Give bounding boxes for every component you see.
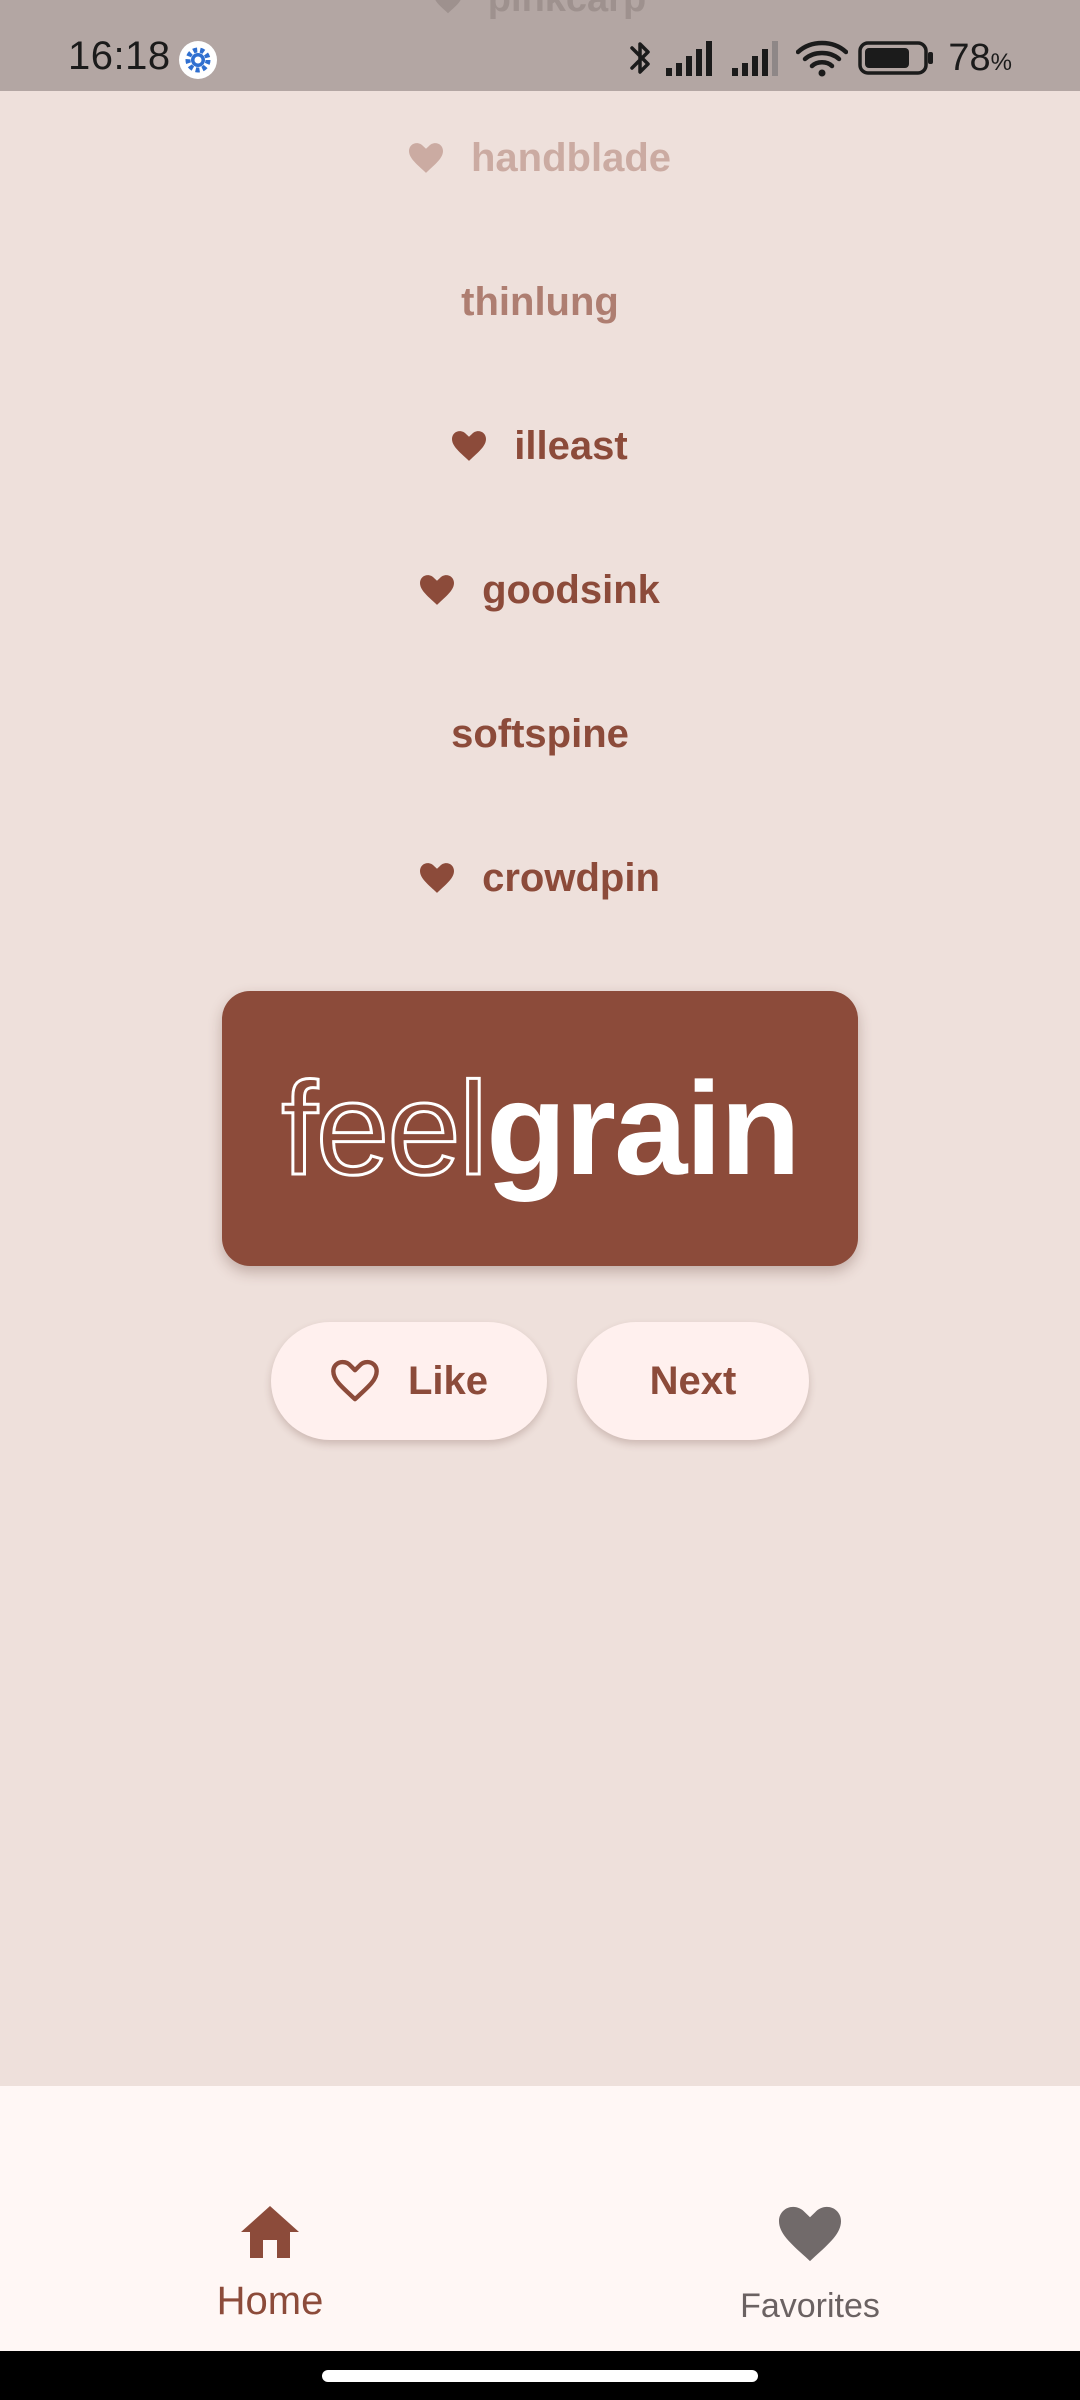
status-time: 16:18 (68, 34, 171, 78)
nav-favorites-label: Favorites (740, 2287, 880, 2325)
word-list-item-ghost: pinkcarp (0, 0, 1080, 21)
wifi-icon (796, 40, 849, 77)
battery-icon (858, 41, 934, 75)
like-button-label: Like (407, 1358, 489, 1403)
heart-outline-icon (331, 1359, 379, 1402)
settings-gear-icon (179, 41, 217, 79)
gesture-handle[interactable] (322, 2370, 758, 2382)
nav-home[interactable]: Home (0, 2086, 540, 2351)
home-icon (241, 2206, 299, 2258)
heart-icon (420, 863, 455, 893)
word-list-item-label: handblade (470, 135, 672, 180)
current-word-pair-card: feel grain (222, 991, 858, 1266)
battery-percent: 78% (948, 37, 1012, 80)
battery-percent-sign: % (990, 48, 1012, 76)
next-button-label: Next (649, 1358, 737, 1403)
word-pair-first: feel (280, 1054, 490, 1202)
heart-icon (408, 143, 443, 173)
word-list-item-label: thinlung (461, 279, 619, 324)
heart-icon (779, 2206, 841, 2262)
ghost-item-label: pinkcarp (488, 0, 646, 20)
heart-icon (435, 0, 461, 14)
heart-icon (452, 431, 487, 461)
next-button[interactable]: Next (577, 1322, 809, 1440)
word-list-item-label: illeast (514, 423, 628, 468)
nav-favorites[interactable]: Favorites (540, 2086, 1080, 2351)
battery-percent-value: 78 (948, 36, 991, 79)
signal-icon (666, 41, 713, 76)
system-navigation-bar (0, 2351, 1080, 2400)
word-list-item[interactable]: thinlung (0, 257, 1080, 347)
word-list-item[interactable]: handblade (0, 113, 1080, 203)
word-pair-second: grain (486, 1054, 801, 1202)
word-list-item[interactable]: goodsink (0, 545, 1080, 635)
word-list-item-label: crowdpin (482, 855, 660, 900)
signal-icon (732, 41, 779, 76)
bluetooth-icon (630, 42, 651, 74)
nav-home-label: Home (216, 2279, 324, 2323)
bottom-navigation: Home Favorites (0, 2086, 1080, 2351)
heart-icon (420, 575, 455, 605)
word-list-item[interactable]: crowdpin (0, 833, 1080, 923)
word-list-item-label: softspine (451, 711, 629, 756)
like-button[interactable]: Like (271, 1322, 547, 1440)
status-bar: pinkcarp 16:18 (0, 0, 1080, 91)
word-list-item[interactable]: illeast (0, 401, 1080, 491)
word-list-item-label: goodsink (482, 567, 660, 612)
word-list-item[interactable]: softspine (0, 689, 1080, 779)
status-icons: 78% (626, 36, 1012, 80)
